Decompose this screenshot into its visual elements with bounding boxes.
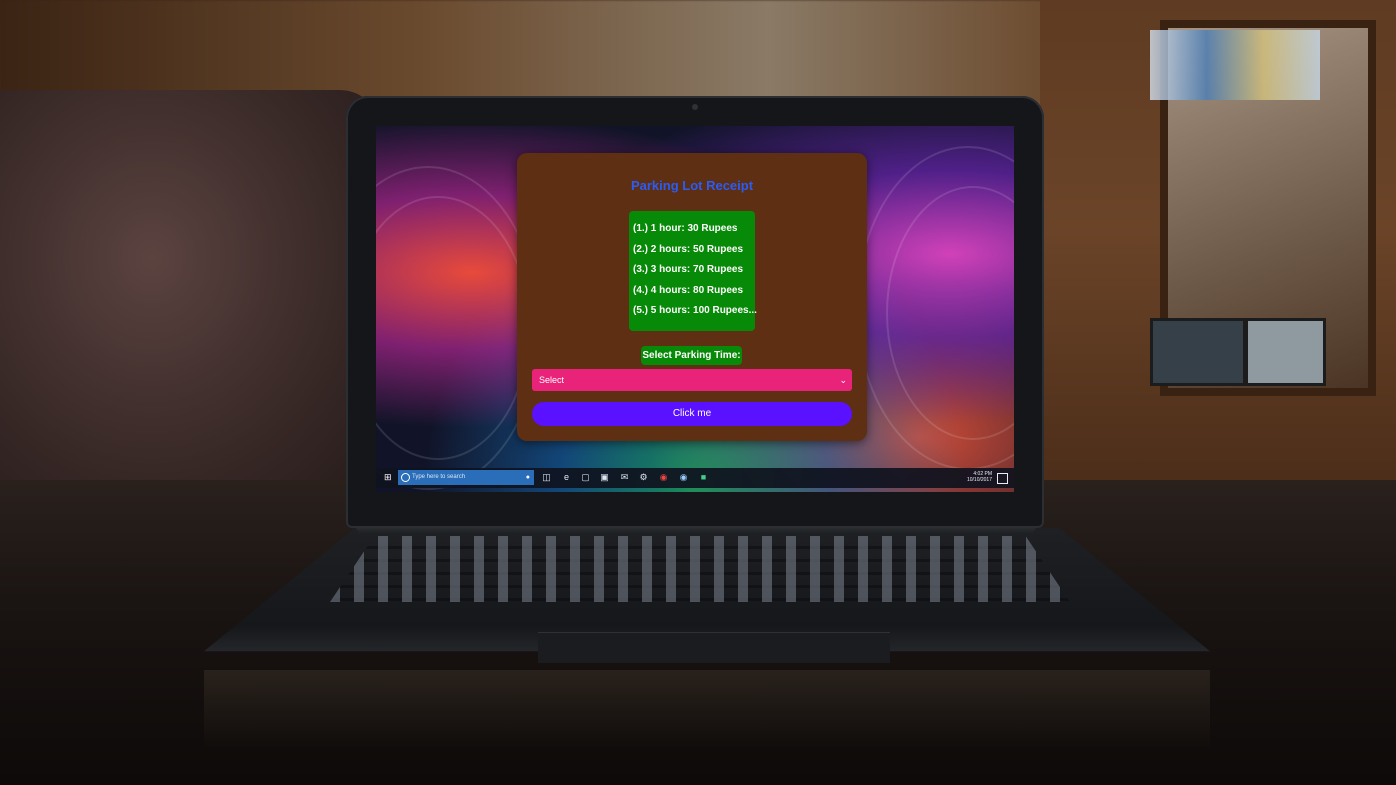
app-icon[interactable]: ◉ [678, 472, 689, 483]
mail-icon[interactable]: ✉ [619, 472, 630, 483]
table-reflection [204, 670, 1210, 750]
app-icon-2[interactable]: ■ [698, 472, 709, 483]
laptop-keyboard [330, 536, 1070, 602]
chrome-icon[interactable]: ◉ [658, 472, 669, 483]
settings-icon[interactable]: ⚙ [638, 472, 649, 483]
webcam-icon [692, 104, 698, 110]
store-icon[interactable]: ▣ [599, 472, 610, 483]
cortana-icon [401, 473, 410, 482]
edge-icon[interactable]: e [561, 472, 572, 483]
file-explorer-icon[interactable]: ▢ [580, 472, 591, 483]
cabinet-books [1150, 30, 1320, 100]
page-title: Parking Lot Receipt [630, 178, 754, 193]
rates-list: (1.) 1 hour: 30 Rupees (2.) 2 hours: 50 … [629, 211, 757, 331]
laptop-screen: Parking Lot Receipt (1.) 1 hour: 30 Rupe… [376, 126, 1014, 492]
laptop-lid: Parking Lot Receipt (1.) 1 hour: 30 Rupe… [346, 96, 1044, 528]
background-chair [0, 90, 380, 510]
rate-item: (4.) 4 hours: 80 Rupees [633, 284, 744, 296]
parking-time-select[interactable]: Select ⌄ [532, 369, 852, 391]
system-clock[interactable]: 4:02 PM 10/10/2017 [967, 471, 992, 483]
rate-item: (3.) 3 hours: 70 Rupees [633, 264, 744, 276]
select-value: Select [539, 375, 565, 385]
taskbar-search-input[interactable]: Type here to search ● [398, 470, 534, 485]
select-parking-time-label: Select Parking Time: [641, 346, 742, 365]
notification-icon[interactable] [997, 473, 1008, 484]
laptop-trackpad [538, 632, 890, 663]
receipt-card: Parking Lot Receipt (1.) 1 hour: 30 Rupe… [517, 153, 867, 441]
windows-start-icon[interactable]: ⊞ [384, 472, 394, 482]
rate-item: (1.) 1 hour: 30 Rupees [633, 223, 738, 234]
clock-date: 10/10/2017 [966, 477, 992, 483]
search-placeholder: Type here to search [412, 474, 466, 480]
microphone-icon[interactable]: ● [526, 470, 530, 485]
rate-item: (5.) 5 hours: 100 Rupees... [633, 305, 757, 317]
taskbar: ⊞ Type here to search ● ◫ e ▢ ▣ ✉ ⚙ ◉ ◉ … [376, 468, 1014, 488]
background-cabinet [1040, 0, 1396, 500]
rate-item: (2.) 2 hours: 50 Rupees [633, 243, 744, 255]
chevron-down-icon: ⌄ [839, 375, 847, 385]
cabinet-frame [1245, 318, 1326, 386]
cabinet-frame [1150, 318, 1246, 386]
click-me-button[interactable]: Click me [532, 402, 852, 426]
task-view-icon[interactable]: ◫ [541, 472, 552, 483]
